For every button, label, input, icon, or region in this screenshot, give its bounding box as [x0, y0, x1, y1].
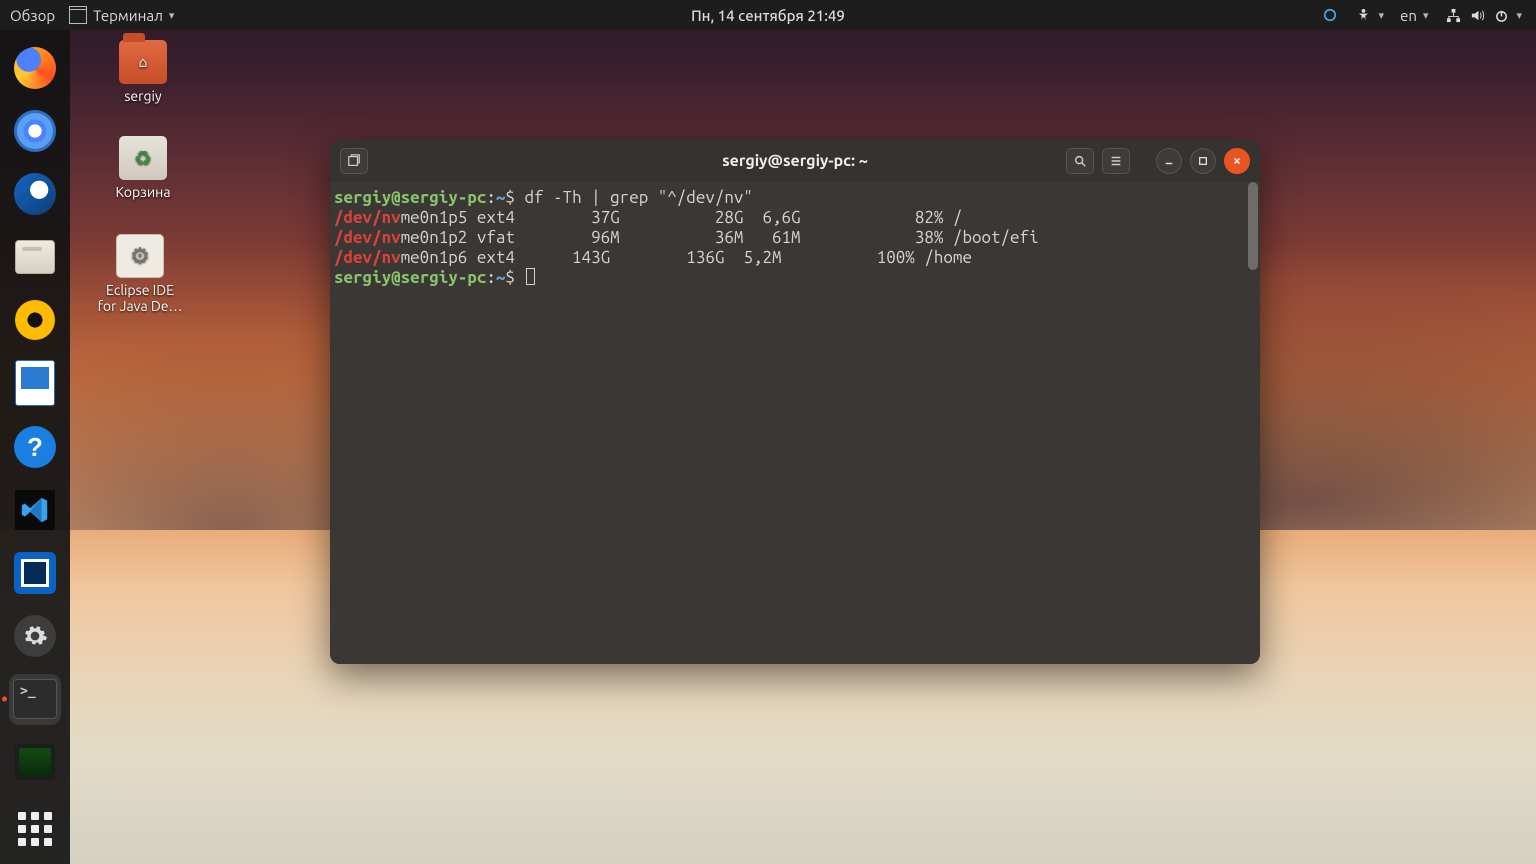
folder-icon: ⌂: [119, 40, 167, 84]
dock-settings[interactable]: [9, 611, 61, 662]
power-icon: [1492, 6, 1510, 24]
help-icon: ?: [14, 426, 56, 468]
terminal-output[interactable]: sergiy@sergiy-pc:~$ df -Th | grep "^/dev…: [330, 182, 1260, 664]
maximize-button[interactable]: [1190, 148, 1216, 174]
files-icon: [15, 240, 55, 274]
scrollbar-thumb[interactable]: [1248, 182, 1258, 270]
cursor: [526, 268, 535, 285]
terminal-icon: [13, 679, 57, 719]
rhythmbox-icon: [15, 300, 55, 340]
vscode-icon: [15, 490, 55, 530]
dock-vscode[interactable]: [9, 484, 61, 535]
top-panel: Обзор Терминал ▾ Пн, 14 сентября 21:49 ▾…: [0, 0, 1536, 30]
libreoffice-writer-icon: [15, 360, 55, 406]
clock[interactable]: Пн, 14 сентября 21:49: [691, 7, 845, 24]
chevron-down-icon: ▾: [1516, 9, 1522, 22]
search-button[interactable]: [1066, 148, 1094, 174]
dock-libreoffice-writer[interactable]: [9, 358, 61, 409]
keyboard-layout-menu[interactable]: en ▾: [1400, 7, 1428, 24]
chevron-down-icon: ▾: [1379, 9, 1385, 22]
show-applications-button[interactable]: [18, 812, 52, 846]
activities-button[interactable]: Обзор: [10, 7, 55, 24]
dock-terminal[interactable]: [9, 674, 61, 725]
desktop-eclipse-launcher[interactable]: Eclipse IDE for Java De…: [60, 234, 220, 314]
virtualbox-icon: [14, 552, 56, 594]
minimize-button[interactable]: [1156, 148, 1182, 174]
new-tab-button[interactable]: [340, 148, 368, 174]
chromium-icon: [14, 110, 56, 152]
terminal-window: sergiy@sergiy-pc: ~ sergiy@sergiy-pc:~$ …: [330, 140, 1260, 664]
hamburger-menu-button[interactable]: [1102, 148, 1130, 174]
home-icon: ⌂: [119, 40, 167, 84]
gear-icon: [14, 615, 56, 657]
tweaks-indicator-icon[interactable]: [1321, 6, 1339, 24]
dock-chromium[interactable]: [9, 105, 61, 156]
accessibility-menu[interactable]: ▾: [1355, 6, 1385, 24]
network-icon: [1444, 6, 1462, 24]
app-menu-label: Терминал: [93, 7, 163, 24]
dock-rhythmbox[interactable]: [9, 295, 61, 346]
firefox-icon: [14, 47, 56, 89]
dock-putty[interactable]: [9, 737, 61, 788]
keyboard-layout-label: en: [1400, 7, 1417, 24]
trash-icon: [119, 136, 167, 180]
dock-virtualbox[interactable]: [9, 547, 61, 598]
dock-help[interactable]: ?: [9, 421, 61, 472]
putty-icon: [15, 744, 55, 780]
dock: ?: [0, 30, 70, 864]
terminal-titlebar[interactable]: sergiy@sergiy-pc: ~: [330, 140, 1260, 182]
system-menu[interactable]: ▾: [1444, 6, 1522, 24]
desktop-icon-label: sergiy: [78, 88, 208, 104]
desktop-icon-label: Корзина: [78, 184, 208, 200]
dock-thunderbird[interactable]: [9, 168, 61, 219]
close-button[interactable]: [1224, 148, 1250, 174]
desktop-icon-label: Eclipse IDE: [60, 282, 220, 298]
chevron-down-icon: ▾: [1423, 9, 1429, 22]
desktop-icon-label: for Java De…: [60, 298, 220, 314]
thunderbird-icon: [14, 173, 56, 215]
desktop-trash[interactable]: Корзина: [78, 136, 208, 200]
desktop-home-folder[interactable]: ⌂ sergiy: [78, 40, 208, 104]
dock-firefox[interactable]: [9, 42, 61, 93]
chevron-down-icon: ▾: [169, 9, 175, 22]
terminal-indicator-icon: [69, 6, 87, 24]
volume-icon: [1468, 6, 1486, 24]
dock-files[interactable]: [9, 232, 61, 283]
application-icon: [116, 234, 164, 278]
accessibility-icon: [1355, 6, 1373, 24]
app-menu[interactable]: Терминал ▾: [69, 6, 174, 24]
